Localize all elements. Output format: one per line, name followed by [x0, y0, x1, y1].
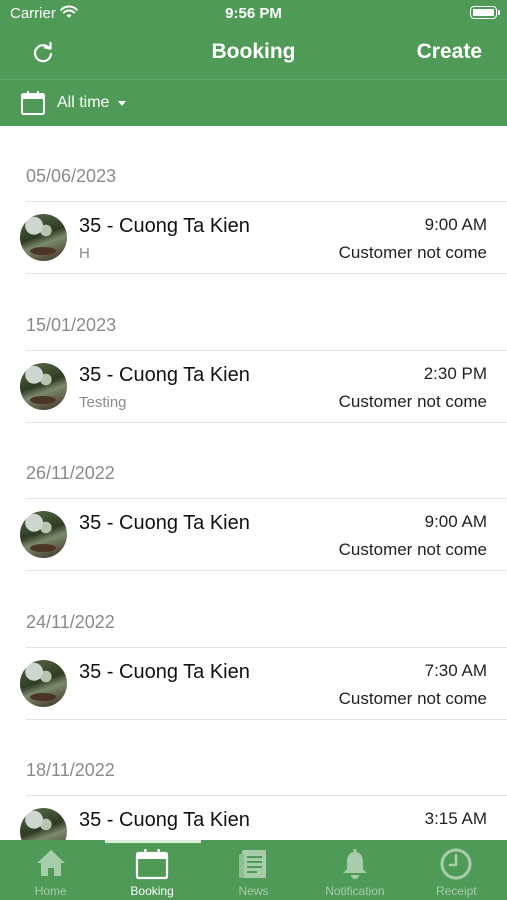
tab-news[interactable]: News — [203, 840, 304, 900]
booking-section: 26/11/2022 35 - Cuong Ta Kien 9:00 AM Cu… — [0, 423, 507, 572]
tab-notification[interactable]: Notification — [304, 840, 405, 900]
caret-down-icon — [118, 101, 126, 106]
booking-time: 3:15 AM — [424, 809, 487, 828]
tab-label: News — [238, 884, 269, 898]
booking-status: Customer not come — [338, 243, 487, 262]
booking-row[interactable]: 35 - Cuong Ta Kien H 9:00 AM Customer no… — [20, 201, 507, 274]
avatar — [20, 214, 67, 261]
booking-note: H — [79, 245, 90, 262]
booking-time: 9:00 AM — [424, 215, 487, 234]
customer-name: 35 - Cuong Ta Kien — [79, 512, 250, 534]
booking-section: 24/11/2022 35 - Cuong Ta Kien 7:30 AM Cu… — [0, 572, 507, 721]
customer-name: 35 - Cuong Ta Kien — [79, 215, 250, 237]
section-date: 15/01/2023 — [26, 314, 117, 335]
battery-icon — [470, 6, 500, 19]
booking-section: 18/11/2022 35 - Cuong Ta Kien 3:15 AM — [0, 720, 507, 840]
booking-row[interactable]: 35 - Cuong Ta Kien Testing 2:30 PM Custo… — [20, 349, 507, 423]
tab-receipt[interactable]: Receipt — [406, 840, 507, 900]
section-date: 05/06/2023 — [26, 166, 117, 186]
booking-status: Customer not come — [338, 688, 487, 708]
booking-row[interactable]: 35 - Cuong Ta Kien 7:30 AM Customer not … — [20, 646, 507, 720]
avatar — [20, 808, 67, 840]
status-time: 9:56 PM — [225, 5, 282, 22]
booking-time: 7:30 AM — [424, 660, 487, 680]
booking-time: 9:00 AM — [424, 512, 487, 531]
clock-icon — [440, 848, 472, 885]
booking-row[interactable]: 35 - Cuong Ta Kien 3:15 AM — [20, 795, 507, 840]
refresh-icon[interactable] — [30, 40, 56, 66]
news-icon — [238, 848, 268, 885]
calendar-icon — [135, 848, 169, 885]
booking-status: Customer not come — [338, 540, 487, 559]
customer-name: 35 - Cuong Ta Kien — [79, 363, 250, 386]
tab-booking[interactable]: Booking — [101, 840, 202, 900]
calendar-icon — [20, 90, 46, 121]
tab-label: Receipt — [435, 884, 477, 898]
booking-status: Customer not come — [338, 391, 487, 411]
bell-icon — [340, 848, 370, 885]
tab-label: Home — [34, 884, 67, 898]
booking-time: 2:30 PM — [423, 363, 487, 383]
booking-note: Testing — [79, 393, 127, 411]
avatar — [20, 362, 67, 410]
status-bar: Carrier 9:56 PM — [0, 0, 507, 28]
time-filter-dropdown[interactable]: All time — [0, 80, 507, 126]
section-date: 26/11/2022 — [26, 463, 115, 483]
tab-bar: Home Booking News Notification Receipt — [0, 840, 507, 900]
tab-label: Booking — [130, 884, 174, 898]
customer-name: 35 - Cuong Ta Kien — [79, 809, 250, 831]
section-date: 18/11/2022 — [26, 760, 115, 780]
booking-section: 15/01/2023 35 - Cuong Ta Kien Testing 2:… — [0, 275, 507, 424]
section-date: 24/11/2022 — [26, 611, 115, 632]
filter-label: All time — [57, 94, 110, 111]
create-button[interactable]: Create — [417, 40, 482, 64]
avatar — [20, 511, 67, 558]
tab-label: Notification — [325, 884, 385, 898]
customer-name: 35 - Cuong Ta Kien — [79, 660, 250, 683]
header: Carrier 9:56 PM Booking Create All time — [0, 0, 507, 126]
avatar — [20, 659, 67, 707]
home-icon — [35, 848, 67, 883]
nav-bar: Booking Create — [0, 28, 507, 78]
tab-home[interactable]: Home — [0, 840, 101, 900]
booking-list[interactable]: 05/06/2023 35 - Cuong Ta Kien H 9:00 AM … — [0, 126, 507, 840]
booking-section: 05/06/2023 35 - Cuong Ta Kien H 9:00 AM … — [0, 126, 507, 275]
booking-row[interactable]: 35 - Cuong Ta Kien 9:00 AM Customer not … — [20, 498, 507, 571]
